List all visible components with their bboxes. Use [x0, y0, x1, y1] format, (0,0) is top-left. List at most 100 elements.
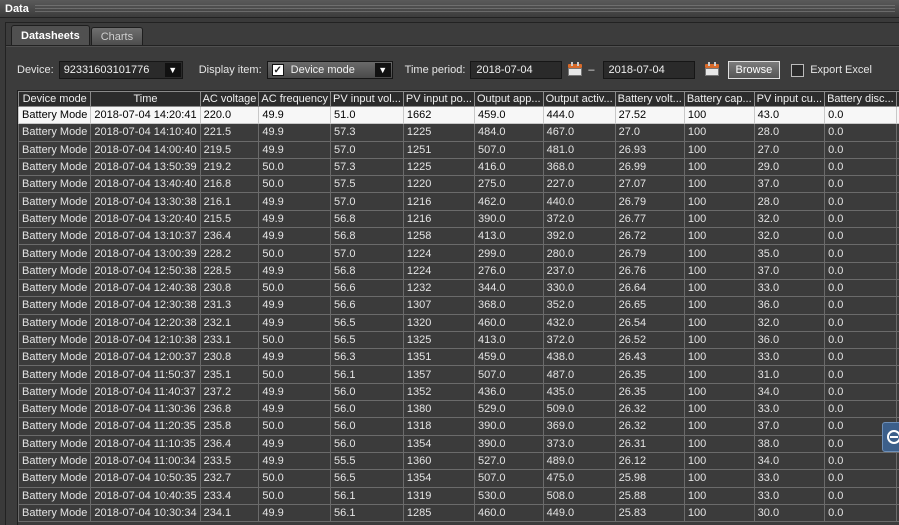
table-cell: 56.8	[330, 209, 404, 229]
table-cell: 368.0	[542, 157, 616, 177]
data-grid[interactable]: Device mode Time AC voltage AC frequency PV …	[17, 90, 899, 525]
time-period-label: Time period:	[404, 64, 466, 76]
table-cell: 27.52	[614, 105, 685, 125]
table-row[interactable]: Battery Mode 2018-07-04 14:20:41 220.0 49.9…	[18, 105, 899, 125]
side-panel-toggle[interactable]	[882, 422, 899, 452]
table-cell: 2018-07-04 11:20:35	[90, 417, 201, 436]
table-row[interactable]: Battery Mode 2018-07-04 11:10:35 236.4 49.9…	[18, 434, 899, 453]
table-cell: 100	[683, 503, 755, 523]
table-cell: 221.5	[199, 123, 260, 142]
table-cell: 0.0	[824, 278, 897, 298]
tab-charts[interactable]: Charts	[90, 27, 144, 45]
table-row[interactable]: Battery Mode 2018-07-04 13:10:37 236.4 49.9…	[18, 227, 899, 246]
table-cell: 26.76	[614, 261, 685, 280]
table-cell: 1357	[402, 365, 475, 384]
table-row[interactable]: Battery Mode 2018-07-04 12:50:38 228.5 49.9…	[18, 261, 899, 280]
table-row[interactable]: Battery Mode 2018-07-04 11:00:34 233.5 49.9…	[18, 451, 899, 471]
titlebar-grip[interactable]	[34, 4, 895, 13]
table-row[interactable]: Battery Mode 2018-07-04 12:30:38 231.3 49.9…	[18, 296, 899, 315]
column-header[interactable]: AC voltage	[199, 91, 260, 107]
table-row[interactable]: Battery Mode 2018-07-04 10:30:34 234.1 49.9…	[18, 503, 899, 523]
table-row[interactable]: Battery Mode 2018-07-04 11:40:37 237.2 49.9…	[18, 382, 899, 402]
calendar-icon[interactable]	[568, 62, 583, 76]
table-row[interactable]: Battery Mode 2018-07-04 12:00:37 230.8 49.9…	[18, 348, 899, 367]
table-row[interactable]: Battery Mode 2018-07-04 11:50:37 235.1 50.0…	[18, 365, 899, 384]
column-header[interactable]: Battery volt...	[614, 91, 685, 107]
table-cell: 100	[683, 400, 755, 419]
table-cell: 230.8	[199, 278, 260, 298]
tab-datasheets[interactable]: Datasheets	[11, 25, 90, 45]
table-row[interactable]: Battery Mode 2018-07-04 12:20:38 232.1 49.9…	[18, 313, 899, 332]
table-cell: 33.0	[753, 486, 826, 505]
table-cell: 444.0	[542, 105, 616, 125]
table-cell: 100	[683, 469, 755, 488]
table-cell: 57.3	[330, 123, 404, 142]
table-cell: 507.0	[473, 469, 544, 488]
table-cell: 100	[683, 123, 755, 142]
table-row[interactable]: Battery Mode 2018-07-04 10:40:35 233.4 50.0…	[18, 486, 899, 505]
table-row[interactable]: Battery Mode 2018-07-04 11:30:36 236.8 49.9…	[18, 400, 899, 419]
table-row[interactable]: Battery Mode 2018-07-04 12:10:38 233.1 50.0…	[18, 330, 899, 350]
table-cell: 2018-07-04 13:10:37	[90, 227, 201, 246]
column-header[interactable]: PV input vol...	[330, 91, 404, 107]
column-header[interactable]: Battery disc...	[824, 91, 897, 107]
export-excel-checkbox[interactable]	[791, 63, 805, 77]
table-cell: 100	[683, 313, 755, 332]
table-row[interactable]: Battery Mode 2018-07-04 11:20:35 235.8 50.0…	[18, 417, 899, 436]
column-header[interactable]: Output activ...	[542, 91, 616, 107]
chevron-down-icon[interactable]: ▼	[374, 63, 391, 77]
table-cell: 56.8	[330, 227, 404, 246]
date-to-field[interactable]: 2018-07-04	[602, 61, 695, 79]
table-row[interactable]: Battery Mode 2018-07-04 13:30:38 216.1 49.9…	[18, 192, 899, 211]
table-cell: 508.0	[542, 486, 616, 505]
date-from-field[interactable]: 2018-07-04	[470, 61, 563, 79]
display-item-label: Display item:	[198, 64, 262, 76]
column-header[interactable]: Output app...	[473, 91, 544, 107]
table-row[interactable]: Battery Mode 2018-07-04 13:50:39 219.2 50.0…	[18, 157, 899, 177]
table-row[interactable]: Battery Mode 2018-07-04 14:10:40 221.5 49.9…	[18, 123, 899, 142]
data-panel: Datasheets Charts Device: 92331603101776…	[5, 22, 899, 525]
table-cell: 235.1	[199, 365, 260, 384]
table-row[interactable]: Battery Mode 2018-07-04 14:00:40 219.5 49.9…	[18, 140, 899, 159]
table-cell: 2018-07-04 12:40:38	[90, 278, 201, 298]
table-cell: 56.1	[330, 365, 404, 384]
table-cell: 50.0	[258, 175, 332, 194]
table-cell: 275.0	[473, 175, 544, 194]
display-item-select[interactable]: ✓ Device mode ▼	[266, 61, 393, 79]
column-header[interactable]: PV input cu...	[753, 91, 826, 107]
table-cell: 49.9	[258, 348, 332, 367]
table-cell: 0.0	[824, 503, 897, 523]
table-cell: 56.0	[330, 434, 404, 453]
table-cell: 27.07	[614, 175, 685, 194]
column-header[interactable]: AC frequency	[258, 91, 332, 107]
table-cell: 100	[683, 365, 755, 384]
table-cell: 1380	[402, 400, 475, 419]
table-cell: 344.0	[473, 278, 544, 298]
table-cell: 26.35	[614, 382, 685, 402]
table-cell: 49.9	[258, 313, 332, 332]
column-header[interactable]: Device mode	[18, 91, 92, 107]
table-cell: 100	[683, 278, 755, 298]
chevron-down-icon[interactable]: ▼	[164, 63, 181, 77]
table-cell: 234.1	[199, 503, 260, 523]
device-select[interactable]: 92331603101776 ▼	[58, 61, 183, 79]
table-cell: 0.0	[824, 330, 897, 350]
table-cell: 2018-07-04 13:20:40	[90, 209, 201, 229]
column-header[interactable]: PV input po...	[402, 91, 475, 107]
calendar-icon[interactable]	[704, 62, 719, 76]
column-header[interactable]: Battery cap...	[683, 91, 755, 107]
column-header[interactable]: Time	[90, 91, 201, 107]
table-cell: Battery Mode	[18, 313, 92, 332]
table-row[interactable]: Battery Mode 2018-07-04 13:40:40 216.8 50.0…	[18, 175, 899, 194]
table-cell: Battery Mode	[18, 469, 92, 488]
table-row[interactable]: Battery Mode 2018-07-04 12:40:38 230.8 50.0…	[18, 278, 899, 298]
table-cell: 481.0	[542, 140, 616, 159]
browse-button[interactable]: Browse	[727, 61, 781, 79]
table-cell: 276.0	[473, 261, 544, 280]
collapse-icon[interactable]	[886, 430, 899, 444]
table-row[interactable]: Battery Mode 2018-07-04 13:00:39 228.2 50.0…	[18, 244, 899, 263]
table-cell: 100	[683, 140, 755, 159]
checkmark-icon[interactable]: ✓	[271, 64, 284, 76]
table-row[interactable]: Battery Mode 2018-07-04 13:20:40 215.5 49.9…	[18, 209, 899, 229]
table-row[interactable]: Battery Mode 2018-07-04 10:50:35 232.7 50.0…	[18, 469, 899, 488]
